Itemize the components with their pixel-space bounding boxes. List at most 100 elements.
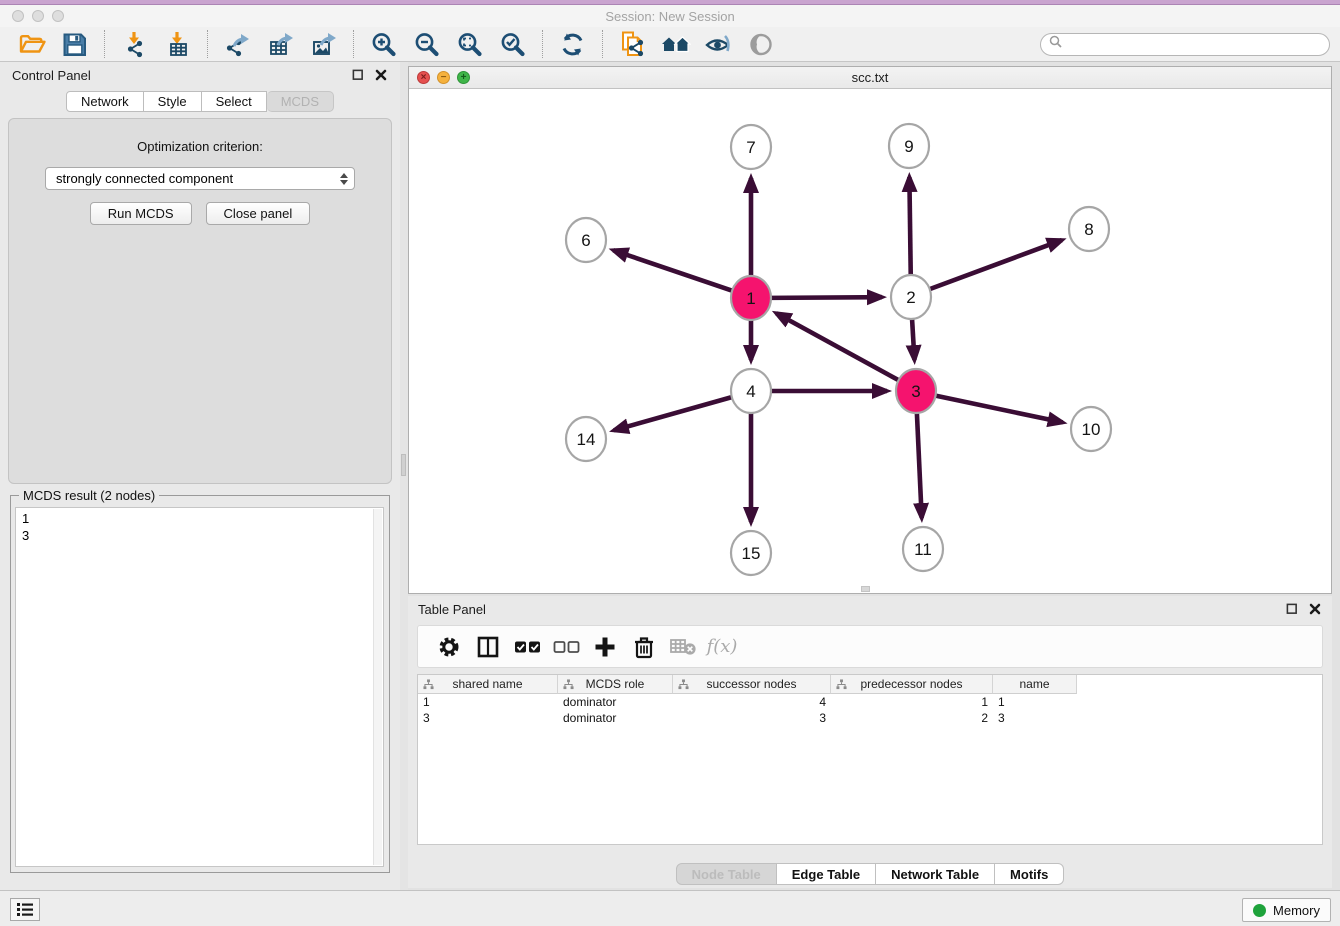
graph-node-label: 8 — [1084, 220, 1093, 239]
graph-edge-2-9[interactable] — [909, 177, 910, 275]
zoom-in-icon[interactable] — [368, 29, 399, 60]
table-cell: 1 — [993, 694, 1077, 710]
table-row[interactable]: 1dominator411 — [418, 694, 1322, 710]
zoom-selected-icon[interactable] — [497, 29, 528, 60]
graph-edge-1-6[interactable] — [613, 250, 732, 290]
export-image-icon[interactable] — [308, 29, 339, 60]
window-controls[interactable] — [12, 10, 64, 22]
open-session-icon[interactable] — [16, 29, 47, 60]
column-header-predecessor-nodes[interactable]: predecessor nodes — [831, 675, 993, 694]
search-box[interactable] — [1040, 33, 1330, 56]
delete-row-icon[interactable] — [627, 630, 661, 664]
toolbar-separator — [104, 30, 105, 58]
run-mcds-button[interactable]: Run MCDS — [90, 202, 192, 225]
save-session-icon[interactable] — [59, 29, 90, 60]
minimize-window-button[interactable] — [32, 10, 44, 22]
table-toolbar: f(x) — [417, 625, 1323, 668]
memory-label: Memory — [1273, 903, 1320, 918]
network-minimize-icon[interactable]: − — [437, 71, 450, 84]
criterion-selected-value: strongly connected component — [56, 171, 233, 186]
import-table-icon[interactable] — [162, 29, 193, 60]
table-cell: 2 — [831, 710, 993, 726]
column-header-MCDS-role[interactable]: MCDS role — [558, 675, 673, 694]
panel-splitter[interactable] — [400, 62, 408, 890]
splitter-handle[interactable] — [401, 454, 406, 476]
graph-node-label: 9 — [904, 137, 913, 156]
table-header-row: shared nameMCDS rolesuccessor nodesprede… — [418, 675, 1322, 694]
main-toolbar — [0, 27, 1340, 62]
function-builder-icon: f(x) — [705, 630, 739, 664]
duplicate-network-icon[interactable] — [617, 29, 648, 60]
window-resize-grip[interactable] — [861, 586, 870, 592]
select-all-icon[interactable] — [510, 630, 544, 664]
tab-node-table[interactable]: Node Table — [676, 863, 777, 885]
close-panel-button[interactable]: Close panel — [206, 202, 311, 225]
network-window-titlebar[interactable]: × − + scc.txt — [409, 67, 1331, 89]
mcds-result-text[interactable]: 1 3 — [15, 507, 384, 867]
graph-node-label: 6 — [581, 231, 590, 250]
task-history-button[interactable] — [10, 898, 40, 921]
network-view-window: × − + scc.txt 7968124314101511 — [408, 66, 1332, 594]
tab-motifs[interactable]: Motifs — [995, 863, 1064, 885]
table-cell: 3 — [673, 710, 831, 726]
float-table-panel-icon[interactable] — [1285, 602, 1299, 616]
table-row[interactable]: 3dominator323 — [418, 710, 1322, 726]
graph-edge-3-10[interactable] — [936, 396, 1063, 423]
tab-network-table[interactable]: Network Table — [876, 863, 995, 885]
control-panel-title: Control Panel — [12, 68, 91, 83]
column-header-successor-nodes[interactable]: successor nodes — [673, 675, 831, 694]
add-row-icon[interactable] — [588, 630, 622, 664]
tab-mcds[interactable]: MCDS — [267, 91, 334, 112]
table-panel: Table Panel f(x) shared nameMCDS rolesuc… — [408, 596, 1332, 888]
result-scrollbar[interactable] — [373, 509, 382, 865]
close-panel-icon[interactable] — [374, 68, 388, 82]
tab-network[interactable]: Network — [66, 91, 144, 112]
toolbar-separator — [353, 30, 354, 58]
network-canvas[interactable]: 7968124314101511 — [409, 89, 1331, 593]
table-cell: 3 — [418, 710, 558, 726]
session-title: Session: New Session — [605, 9, 734, 24]
memory-button[interactable]: Memory — [1242, 898, 1331, 922]
first-neighbors-icon[interactable] — [660, 29, 691, 60]
export-table-icon[interactable] — [265, 29, 296, 60]
tab-style[interactable]: Style — [144, 91, 202, 112]
table-cell: 1 — [418, 694, 558, 710]
graph-edge-2-8[interactable] — [930, 240, 1062, 289]
import-network-icon[interactable] — [119, 29, 150, 60]
zoom-out-icon[interactable] — [411, 29, 442, 60]
graph-node-label: 10 — [1082, 420, 1101, 439]
table-cell: dominator — [558, 710, 673, 726]
tab-select[interactable]: Select — [202, 91, 267, 112]
graph-edge-4-14[interactable] — [614, 397, 732, 430]
graph-edge-2-3[interactable] — [912, 319, 914, 360]
tab-edge-table[interactable]: Edge Table — [777, 863, 876, 885]
network-maximize-icon[interactable]: + — [457, 71, 470, 84]
network-close-icon[interactable]: × — [417, 71, 430, 84]
table-cell: 4 — [673, 694, 831, 710]
table-cell: 1 — [831, 694, 993, 710]
graph-edge-3-11[interactable] — [917, 413, 922, 518]
graph-edge-3-1[interactable] — [776, 313, 898, 380]
deselect-all-icon[interactable] — [549, 630, 583, 664]
column-header-name[interactable]: name — [993, 675, 1077, 694]
hide-selected-icon[interactable] — [703, 29, 734, 60]
search-input[interactable] — [1067, 37, 1321, 51]
optimization-criterion-select[interactable]: strongly connected component — [45, 167, 355, 190]
close-window-button[interactable] — [12, 10, 24, 22]
export-network-icon[interactable] — [222, 29, 253, 60]
toggle-column-icon[interactable] — [471, 630, 505, 664]
table-settings-icon[interactable] — [432, 630, 466, 664]
node-table[interactable]: shared nameMCDS rolesuccessor nodesprede… — [417, 674, 1323, 845]
close-table-panel-icon[interactable] — [1308, 602, 1322, 616]
show-all-icon[interactable] — [746, 29, 777, 60]
column-header-shared-name[interactable]: shared name — [418, 675, 558, 694]
maximize-window-button[interactable] — [52, 10, 64, 22]
float-panel-icon[interactable] — [351, 68, 365, 82]
status-bar: Memory — [0, 890, 1340, 926]
mcds-panel: Optimization criterion: strongly connect… — [8, 118, 392, 484]
graph-edge-1-2[interactable] — [771, 297, 882, 298]
zoom-fit-icon[interactable] — [454, 29, 485, 60]
graph-node-label: 14 — [577, 430, 596, 449]
network-window-title: scc.txt — [852, 70, 889, 85]
refresh-layout-icon[interactable] — [557, 29, 588, 60]
